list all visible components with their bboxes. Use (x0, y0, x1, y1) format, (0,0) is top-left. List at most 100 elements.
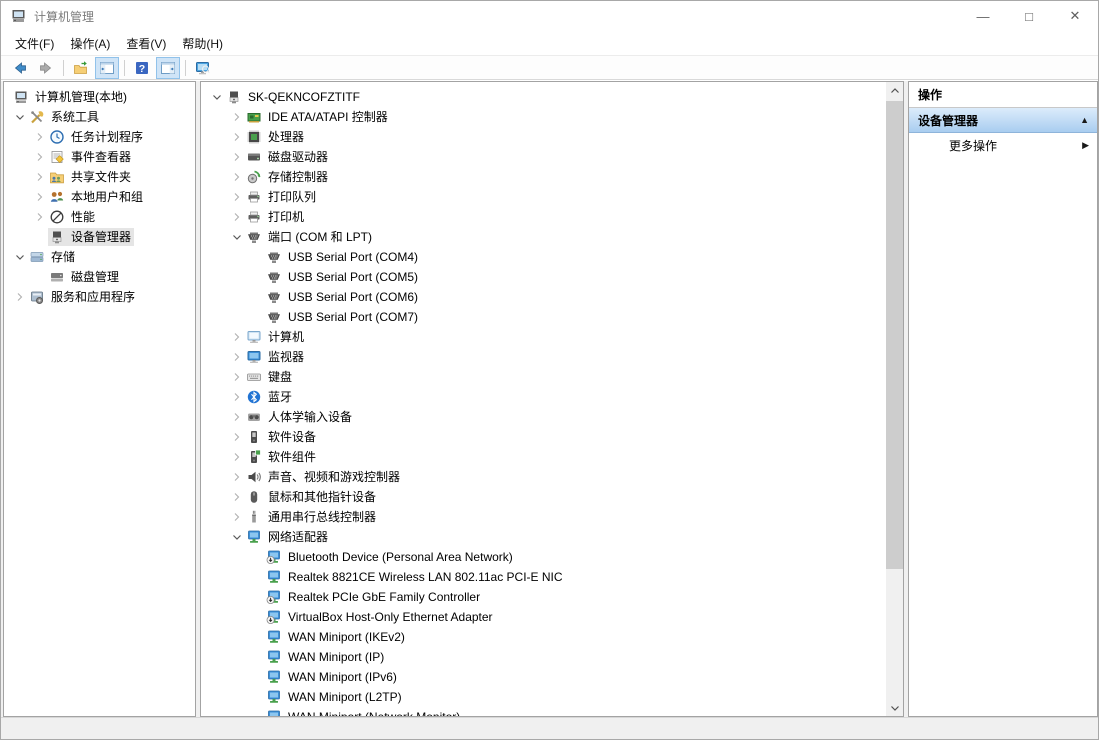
tree-item-virtualbox-host-only[interactable]: VirtualBox Host-Only Ethernet Adapter (201, 607, 903, 627)
expander-collapsed-icon[interactable] (229, 389, 245, 405)
minimize-button[interactable]: — (960, 1, 1006, 31)
tree-item-sound-video-game-controllers[interactable]: 声音、视频和游戏控制器 (201, 467, 903, 487)
tree-item-wan-miniport-ikev2[interactable]: WAN Miniport (IKEv2) (201, 627, 903, 647)
expander-collapsed-icon[interactable] (229, 469, 245, 485)
expander-collapsed-icon[interactable] (229, 509, 245, 525)
expander-collapsed-icon[interactable] (229, 329, 245, 345)
expander-collapsed-icon[interactable] (229, 109, 245, 125)
expander-collapsed-icon[interactable] (229, 169, 245, 185)
tree-item-local-users-groups[interactable]: 本地用户和组 (4, 187, 195, 207)
tree-item-performance[interactable]: 性能 (4, 207, 195, 227)
menu-view[interactable]: 查看(V) (118, 32, 174, 55)
tree-item-monitors[interactable]: 监视器 (201, 347, 903, 367)
menu-action[interactable]: 操作(A) (62, 32, 118, 55)
network-adapter-icon (266, 649, 282, 665)
tree-item-usb-serial-port-com6[interactable]: USB Serial Port (COM6) (201, 287, 903, 307)
network-adapter-disabled-icon (266, 589, 282, 605)
maximize-button[interactable]: □ (1006, 1, 1052, 31)
menu-bar: 文件(F)操作(A)查看(V)帮助(H) (1, 31, 1098, 55)
expander-collapsed-icon[interactable] (229, 189, 245, 205)
expander-collapsed-icon[interactable] (32, 149, 48, 165)
expander-expanded-icon[interactable] (12, 249, 28, 265)
expander-collapsed-icon[interactable] (32, 169, 48, 185)
tree-item-keyboards[interactable]: 键盘 (201, 367, 903, 387)
tree-item-system-tools[interactable]: 系统工具 (4, 107, 195, 127)
tree-item-printers[interactable]: 打印机 (201, 207, 903, 227)
tree-item-wan-miniport-l2tp[interactable]: WAN Miniport (L2TP) (201, 687, 903, 707)
expander-collapsed-icon[interactable] (32, 129, 48, 145)
tree-item-mice-pointing-devices[interactable]: 鼠标和其他指针设备 (201, 487, 903, 507)
expander-collapsed-icon[interactable] (32, 209, 48, 225)
tree-item-label: 本地用户和组 (71, 189, 143, 205)
forward-arrow-button[interactable] (34, 57, 58, 79)
tree-item-task-scheduler[interactable]: 任务计划程序 (4, 127, 195, 147)
expander-collapsed-icon[interactable] (229, 349, 245, 365)
tree-item-realtek-8821ce-wireless[interactable]: Realtek 8821CE Wireless LAN 802.11ac PCI… (201, 567, 903, 587)
close-button[interactable]: ✕ (1052, 1, 1098, 31)
network-adapter-icon (246, 529, 262, 545)
tree-item-ports-com-lpt[interactable]: 端口 (COM 和 LPT) (201, 227, 903, 247)
expander-expanded-icon[interactable] (12, 109, 28, 125)
expander-collapsed-icon[interactable] (229, 129, 245, 145)
menu-file[interactable]: 文件(F) (7, 32, 62, 55)
tree-item-wan-miniport-ipv6[interactable]: WAN Miniport (IPv6) (201, 667, 903, 687)
expander-collapsed-icon[interactable] (12, 289, 28, 305)
expander-collapsed-icon[interactable] (229, 149, 245, 165)
tree-item-usb-serial-port-com7[interactable]: USB Serial Port (COM7) (201, 307, 903, 327)
expander-collapsed-icon[interactable] (229, 409, 245, 425)
tree-item-print-queues[interactable]: 打印队列 (201, 187, 903, 207)
tree-item-ide-ata-atapi-controllers[interactable]: IDE ATA/ATAPI 控制器 (201, 107, 903, 127)
tree-item-software-devices[interactable]: 软件设备 (201, 427, 903, 447)
menu-help[interactable]: 帮助(H) (174, 32, 231, 55)
tree-item-wan-miniport-ip[interactable]: WAN Miniport (IP) (201, 647, 903, 667)
export-list-button[interactable] (69, 57, 93, 79)
tree-item-usb-serial-port-com5[interactable]: USB Serial Port (COM5) (201, 267, 903, 287)
tree-item-disk-management[interactable]: 磁盘管理 (4, 267, 195, 287)
expander-expanded-icon[interactable] (229, 229, 245, 245)
tree-item-storage[interactable]: 存储 (4, 247, 195, 267)
help-button[interactable]: ? (130, 57, 154, 79)
tree-item-network-adapters[interactable]: 网络适配器 (201, 527, 903, 547)
tree-item-usb-serial-port-com4[interactable]: USB Serial Port (COM4) (201, 247, 903, 267)
vertical-scrollbar[interactable] (886, 82, 903, 716)
computer-management-app-icon (10, 7, 28, 25)
actions-section-device-manager[interactable]: 设备管理器 ▲ (909, 108, 1097, 133)
scrollbar-thumb[interactable] (886, 101, 903, 569)
console-tree-toggle-button[interactable] (95, 57, 119, 79)
tree-item-realtek-pcie-gbe[interactable]: Realtek PCIe GbE Family Controller (201, 587, 903, 607)
collapse-section-icon[interactable]: ▲ (1080, 115, 1089, 125)
tree-item-shared-folders[interactable]: 共享文件夹 (4, 167, 195, 187)
tree-item-computers[interactable]: 计算机 (201, 327, 903, 347)
tree-item-storage-controllers[interactable]: 存储控制器 (201, 167, 903, 187)
software-component-icon (246, 449, 262, 465)
tree-item-computer-management-local[interactable]: 计算机管理(本地) (4, 87, 195, 107)
tree-item-human-interface-devices[interactable]: 人体学输入设备 (201, 407, 903, 427)
scroll-up-icon[interactable] (886, 82, 903, 99)
tree-item-software-components[interactable]: 软件组件 (201, 447, 903, 467)
back-arrow-button[interactable] (8, 57, 32, 79)
tree-item-computer-root[interactable]: SK-QEKNCOFZTITF (201, 87, 903, 107)
mouse-icon (246, 489, 262, 505)
expander-collapsed-icon[interactable] (229, 429, 245, 445)
tree-item-processors[interactable]: 处理器 (201, 127, 903, 147)
tree-item-bluetooth[interactable]: 蓝牙 (201, 387, 903, 407)
expander-collapsed-icon[interactable] (32, 189, 48, 205)
more-actions-item[interactable]: 更多操作 ▶ (909, 133, 1097, 157)
action-pane-toggle-icon (160, 60, 176, 76)
tree-item-disk-drives[interactable]: 磁盘驱动器 (201, 147, 903, 167)
tree-item-device-manager[interactable]: 设备管理器 (4, 227, 195, 247)
tree-item-usb-controllers[interactable]: 通用串行总线控制器 (201, 507, 903, 527)
action-pane-toggle-button[interactable] (156, 57, 180, 79)
expander-collapsed-icon[interactable] (229, 209, 245, 225)
display-properties-button[interactable] (191, 57, 215, 79)
tree-item-wan-miniport-network-monitor[interactable]: WAN Miniport (Network Monitor) (201, 707, 903, 717)
expander-collapsed-icon[interactable] (229, 369, 245, 385)
expander-collapsed-icon[interactable] (229, 449, 245, 465)
tree-item-event-viewer[interactable]: 事件查看器 (4, 147, 195, 167)
expander-expanded-icon[interactable] (229, 529, 245, 545)
expander-expanded-icon[interactable] (209, 89, 225, 105)
tree-item-services-applications[interactable]: 服务和应用程序 (4, 287, 195, 307)
tree-item-bluetooth-pan-device[interactable]: Bluetooth Device (Personal Area Network) (201, 547, 903, 567)
scroll-down-icon[interactable] (886, 699, 903, 716)
expander-collapsed-icon[interactable] (229, 489, 245, 505)
